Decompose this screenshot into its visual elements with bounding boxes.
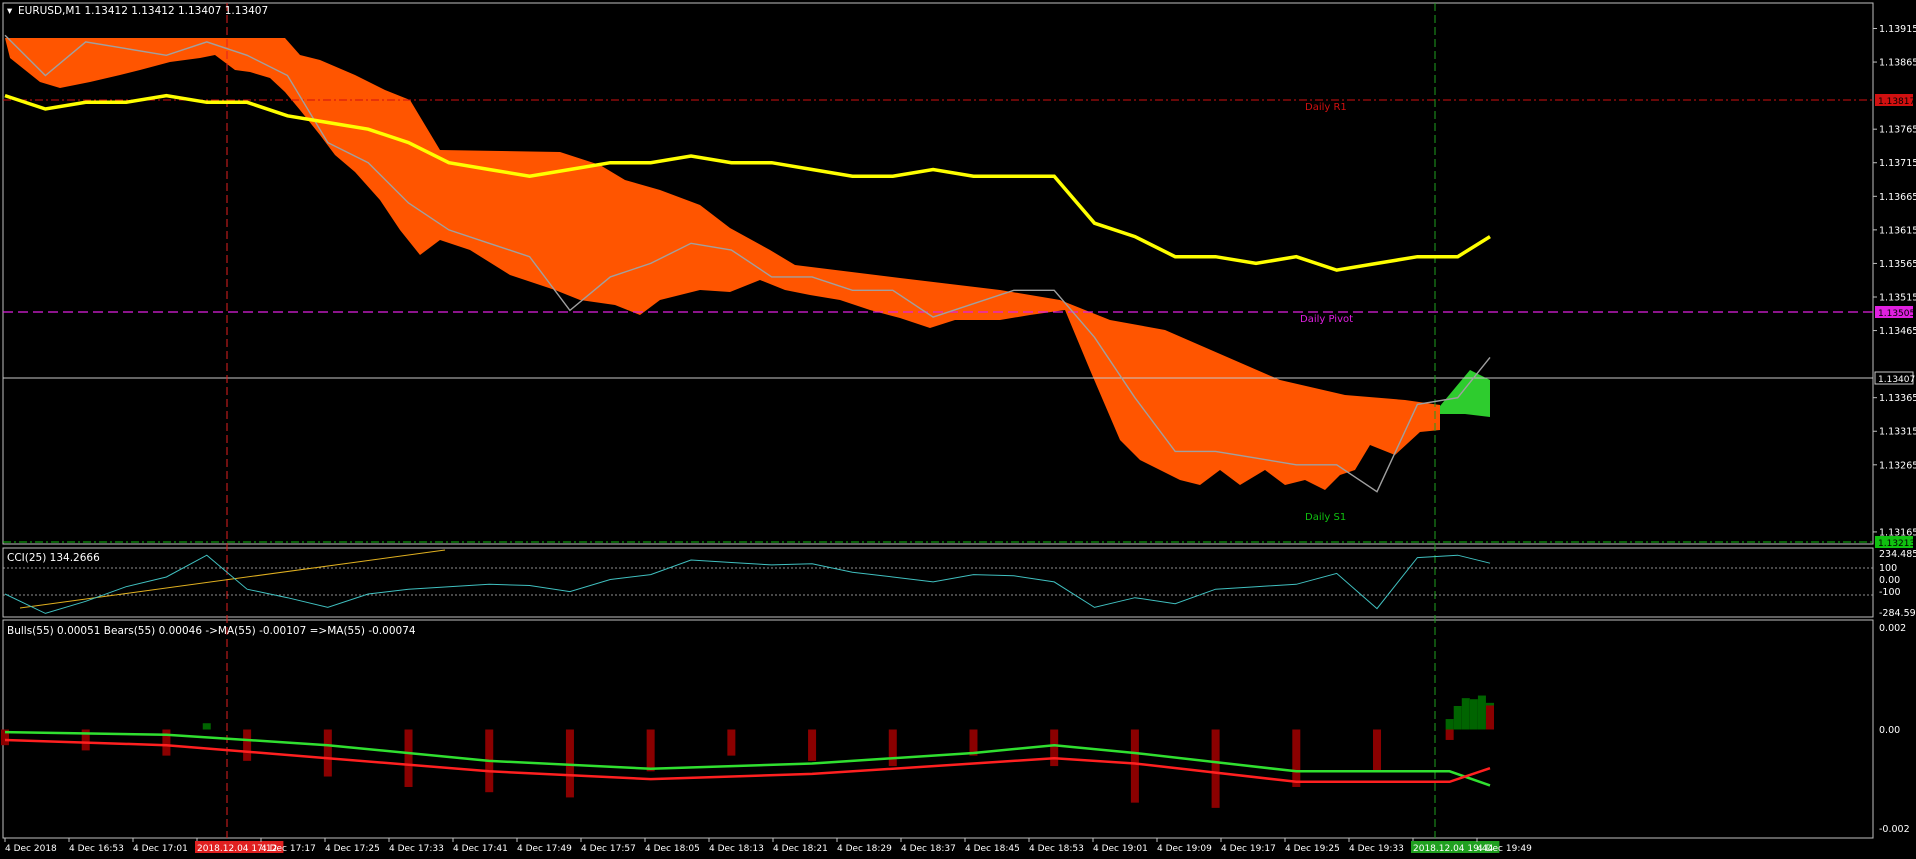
bar-bears55 — [1486, 705, 1494, 730]
price-tick-label: 1.13265 — [1879, 460, 1916, 471]
bar-bulls55 — [1477, 695, 1486, 730]
time-label: 4 Dec 19:17 — [1221, 844, 1276, 854]
time-label: 4 Dec 19:25 — [1285, 844, 1340, 854]
cci-tick-label: -100 — [1879, 587, 1901, 598]
bar-bears55 — [808, 729, 817, 761]
bar-bears55 — [888, 729, 897, 767]
chart-title: EURUSD,M1 1.13412 1.13412 1.13407 1.1340… — [18, 5, 268, 17]
cci-tick-label: 0.00 — [1879, 575, 1900, 586]
time-label: 4 Dec 17:41 — [453, 844, 508, 854]
price-tick-label: 1.13565 — [1879, 259, 1916, 270]
time-label: 4 Dec 18:45 — [965, 844, 1020, 854]
daily-pivot-label: Daily Pivot — [1300, 314, 1353, 325]
bar-bulls55 — [1453, 705, 1462, 730]
bar-bulls55 — [1445, 719, 1454, 730]
time-label: 4 Dec 17:17 — [261, 844, 316, 854]
time-label: 4 Dec 2018 — [5, 844, 57, 854]
time-label: 4 Dec 19:09 — [1157, 844, 1212, 854]
chart-background — [0, 0, 1916, 859]
price-tick-label: 1.13765 — [1879, 125, 1916, 136]
time-label: 4 Dec 18:53 — [1029, 844, 1084, 854]
bulls-bears-tick-label: 0.00 — [1879, 725, 1900, 736]
time-label: 4 Dec 19:33 — [1349, 844, 1404, 854]
price-tick-label: 1.13915 — [1879, 24, 1916, 35]
time-label: 4 Dec 19:01 — [1093, 844, 1148, 854]
bar-bears55 — [1292, 729, 1301, 787]
time-label: 4 Dec 18:13 — [709, 844, 764, 854]
price-tick-label: 1.13665 — [1879, 192, 1916, 203]
price-tick-label: 1.13515 — [1879, 292, 1916, 303]
bulls-bears-tick-label: 0.002 — [1879, 623, 1906, 634]
cci-title: CCI(25) 134.2666 — [7, 552, 100, 564]
time-label: 4 Dec 17:49 — [517, 844, 572, 854]
time-label: 4 Dec 17:33 — [389, 844, 444, 854]
bar-bears55 — [404, 729, 413, 787]
time-label: 4 Dec 18:21 — [773, 844, 828, 854]
time-label: 4 Dec 19:49 — [1477, 844, 1532, 854]
bulls-bears-tick-label: -0.002 — [1879, 824, 1910, 835]
price-tick-label: 1.13715 — [1879, 158, 1916, 169]
price-tick-label: 1.13365 — [1879, 393, 1916, 404]
daily-s1-tag: 1.13213 — [1878, 539, 1915, 549]
daily-s1-label: Daily S1 — [1305, 512, 1346, 523]
time-label: 4 Dec 17:57 — [581, 844, 636, 854]
price-tick-label: 1.13865 — [1879, 58, 1916, 69]
bar-bears55 — [1050, 729, 1059, 767]
cci-tick-label: 234.4853 — [1879, 549, 1916, 560]
bar-bears55 — [727, 729, 736, 756]
bar-bulls55 — [1461, 698, 1470, 730]
price-tick-label: 1.13615 — [1879, 225, 1916, 236]
daily-pivot-tag: 1.13505 — [1878, 309, 1915, 319]
time-label: 4 Dec 16:53 — [69, 844, 124, 854]
daily-r1-label: Daily R1 — [1305, 102, 1347, 113]
time-label: 4 Dec 18:37 — [901, 844, 956, 854]
bar-bears55 — [1373, 729, 1382, 772]
time-label: 4 Dec 18:05 — [645, 844, 700, 854]
time-label: 4 Dec 17:01 — [133, 844, 188, 854]
bar-bears55 — [1211, 729, 1220, 808]
bar-bears55 — [323, 729, 332, 777]
bulls-bears-title: Bulls(55) 0.00051 Bears(55) 0.00046 ->MA… — [7, 625, 416, 637]
bar-bears55 — [1130, 729, 1139, 803]
price-tick-label: 1.13315 — [1879, 427, 1916, 438]
bar-bulls55 — [202, 723, 211, 730]
time-label: 4 Dec 18:29 — [837, 844, 892, 854]
time-label: 4 Dec 17:25 — [325, 844, 380, 854]
cci-tick-label: 100 — [1879, 563, 1897, 574]
bar-bears55 — [1445, 729, 1454, 740]
price-tick-label: 1.13465 — [1879, 326, 1916, 337]
chart-canvas: Daily R1 Daily Pivot Daily S1 1.13915 1.1… — [0, 0, 1916, 859]
current-price-tag: 1.13407 — [1878, 375, 1915, 385]
bar-bulls55 — [1469, 699, 1478, 730]
bar-bears55 — [243, 729, 252, 761]
chart-title-arrow[interactable]: ▾ — [7, 5, 13, 17]
daily-r1-tag: 1.13817 — [1878, 97, 1915, 107]
bar-bears55 — [646, 729, 655, 772]
cci-tick-label: -284.5985 — [1879, 608, 1916, 619]
